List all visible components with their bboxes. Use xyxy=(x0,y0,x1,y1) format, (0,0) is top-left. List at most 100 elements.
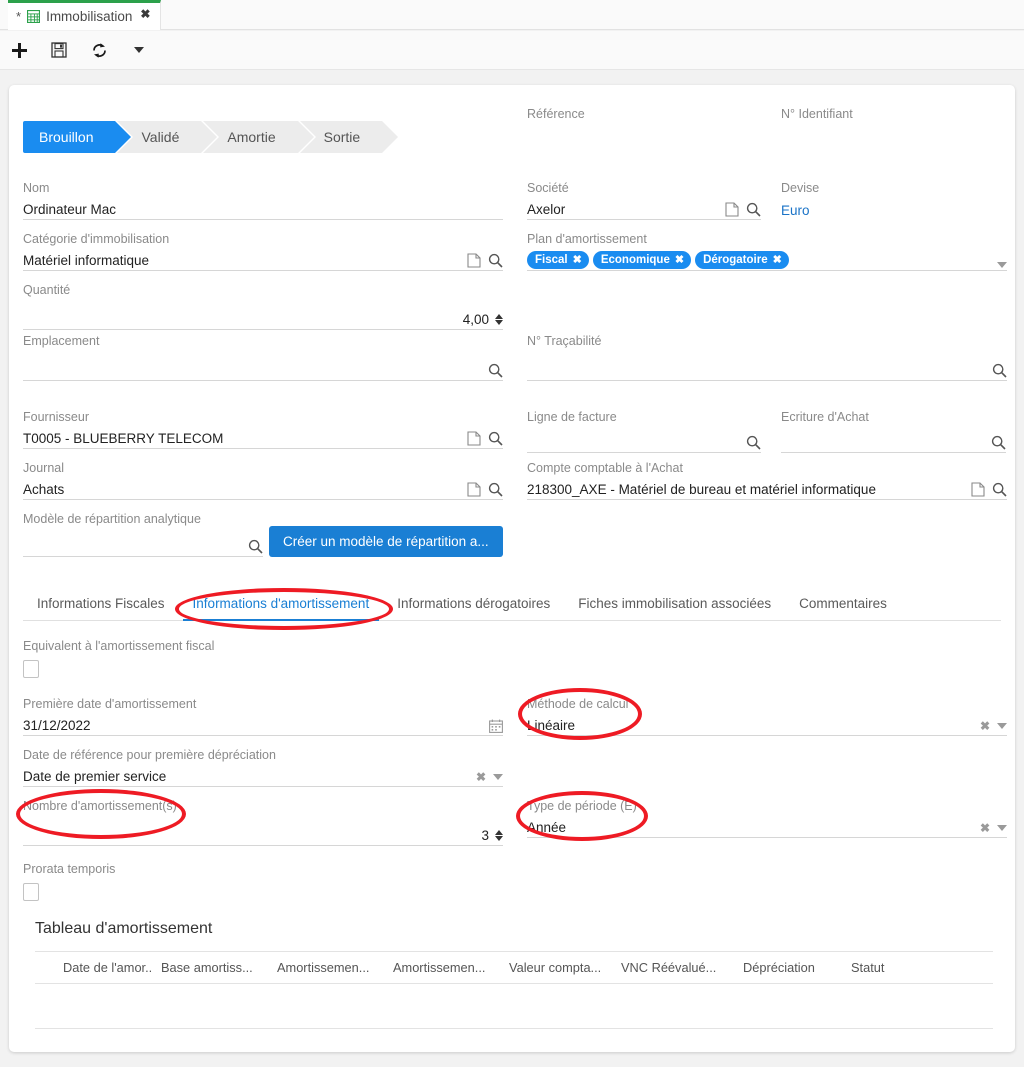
tracabilite-input[interactable] xyxy=(527,349,1007,381)
browser-tab-strip: * Immobilisation ✖ xyxy=(0,0,1024,30)
search-icon[interactable] xyxy=(488,363,503,378)
plan-amortissement-multiselect[interactable]: Fiscal ✖ Economique ✖ Dérogatoire ✖ xyxy=(527,247,1007,271)
amortissement-grid: Date de l'amor... Base amortiss... Amort… xyxy=(35,951,993,1052)
compte-comptable-input[interactable]: 218300_AXE - Matériel de bureau et matér… xyxy=(527,476,1007,500)
open-record-icon[interactable] xyxy=(971,482,985,497)
type-periode-select[interactable]: Année ✖ xyxy=(527,814,1007,838)
open-record-icon[interactable] xyxy=(467,253,481,268)
chevron-down-icon[interactable] xyxy=(493,774,503,780)
nom-input[interactable]: Ordinateur Mac xyxy=(23,196,503,220)
chip-economique[interactable]: Economique ✖ xyxy=(592,251,692,269)
new-record-button[interactable] xyxy=(6,37,32,63)
search-icon[interactable] xyxy=(488,253,503,268)
open-record-icon[interactable] xyxy=(467,431,481,446)
field-label: Première date d'amortissement xyxy=(23,697,197,711)
field-type-de-periode: Type de période (E) Année ✖ xyxy=(527,798,1007,838)
societe-input[interactable]: Axelor xyxy=(527,196,761,220)
methode-calcul-select[interactable]: Linéaire ✖ xyxy=(527,712,1007,736)
field-ecriture-achat: Ecriture d'Achat xyxy=(781,409,1006,453)
premiere-date-input[interactable]: 31/12/2022 xyxy=(23,712,503,736)
remove-chip-icon[interactable]: ✖ xyxy=(573,253,582,266)
field-value: Date de premier service xyxy=(23,769,167,784)
search-icon[interactable] xyxy=(991,435,1006,450)
grid-column-header[interactable]: Base amortiss... xyxy=(153,960,269,975)
close-icon[interactable]: ✖ xyxy=(140,7,150,21)
ligne-facture-input[interactable] xyxy=(527,425,761,453)
open-record-icon[interactable] xyxy=(725,202,739,217)
tab-fiches-immobilisation-associees[interactable]: Fiches immobilisation associées xyxy=(564,590,785,620)
devise-link[interactable]: Euro xyxy=(781,196,1006,220)
field-label: Prorata temporis xyxy=(23,862,116,876)
grid-column-header[interactable]: Dépréciation xyxy=(735,960,843,975)
search-icon[interactable] xyxy=(488,482,503,497)
refresh-icon xyxy=(92,42,106,58)
search-icon[interactable] xyxy=(746,435,761,450)
nombre-amortissements-input[interactable]: 3 xyxy=(23,814,503,846)
grid-column-header[interactable]: Statut xyxy=(843,960,923,975)
field-equivalent-amortissement-fiscal: Equivalent à l'amortissement fiscal xyxy=(23,638,423,678)
field-label: Journal xyxy=(23,461,64,475)
open-record-icon[interactable] xyxy=(467,482,481,497)
field-value: Achats xyxy=(23,482,65,497)
modele-repartition-input[interactable] xyxy=(23,527,263,557)
grid-column-header[interactable]: Date de l'amor... xyxy=(35,960,153,975)
grid-column-header[interactable]: Valeur compta... xyxy=(501,960,613,975)
emplacement-input[interactable] xyxy=(23,349,503,381)
search-icon[interactable] xyxy=(488,431,503,446)
quantite-input[interactable]: 4,00 xyxy=(23,298,503,330)
field-categorie-immobilisation: Catégorie d'immobilisation Matériel info… xyxy=(23,231,503,271)
fournisseur-input[interactable]: T0005 - BLUEBERRY TELECOM xyxy=(23,425,503,449)
quantity-stepper[interactable] xyxy=(495,314,503,329)
remove-chip-icon[interactable]: ✖ xyxy=(773,253,782,266)
grid-header-row: Date de l'amor... Base amortiss... Amort… xyxy=(35,951,993,984)
journal-input[interactable]: Achats xyxy=(23,476,503,500)
field-prorata-temporis: Prorata temporis xyxy=(23,861,323,901)
field-quantite: Quantité 4,00 xyxy=(23,282,503,330)
tab-label: Informations Fiscales xyxy=(37,596,165,611)
field-reference: Référence xyxy=(527,106,767,146)
tab-informations-amortissement[interactable]: Informations d'amortissement xyxy=(179,590,384,621)
record-form-card: Brouillon Validé Amortie Sortie Nom Ordi… xyxy=(9,85,1015,1052)
grid-column-header[interactable]: Amortissemen... xyxy=(269,960,385,975)
field-societe: Société Axelor xyxy=(527,180,761,220)
search-icon[interactable] xyxy=(992,482,1007,497)
refresh-button[interactable] xyxy=(86,37,112,63)
search-icon[interactable] xyxy=(248,539,263,554)
nombre-amortissements-stepper[interactable] xyxy=(495,830,503,845)
categorie-input[interactable]: Matériel informatique xyxy=(23,247,503,271)
chip-fiscal[interactable]: Fiscal ✖ xyxy=(527,251,589,269)
tab-informations-derogatoires[interactable]: Informations dérogatoires xyxy=(383,590,564,620)
save-button[interactable] xyxy=(46,37,72,63)
grid-column-header[interactable]: Amortissemen... xyxy=(385,960,501,975)
grid-column-header[interactable]: VNC Réévalué... xyxy=(613,960,735,975)
field-value: Euro xyxy=(781,203,810,218)
date-reference-select[interactable]: Date de premier service ✖ xyxy=(23,763,503,787)
field-label: Date de référence pour première déprécia… xyxy=(23,748,276,762)
search-icon[interactable] xyxy=(992,363,1007,378)
field-ligne-de-facture: Ligne de facture xyxy=(527,409,761,453)
status-step-amortie[interactable]: Amortie xyxy=(203,121,314,153)
create-analytic-distribution-template-button[interactable]: Créer un modèle de répartition a... xyxy=(269,526,503,557)
search-icon[interactable] xyxy=(746,202,761,217)
chip-derogatoire[interactable]: Dérogatoire ✖ xyxy=(695,251,789,269)
tab-informations-fiscales[interactable]: Informations Fiscales xyxy=(23,590,179,620)
field-label: Devise xyxy=(781,181,820,195)
chevron-down-icon[interactable] xyxy=(997,723,1007,729)
remove-chip-icon[interactable]: ✖ xyxy=(675,253,684,266)
field-value: T0005 - BLUEBERRY TELECOM xyxy=(23,431,224,446)
chevron-down-icon[interactable] xyxy=(997,262,1007,268)
tab-commentaires[interactable]: Commentaires xyxy=(785,590,901,620)
save-icon xyxy=(51,42,67,58)
main-toolbar xyxy=(0,31,1024,70)
calendar-icon[interactable] xyxy=(489,719,503,733)
chevron-down-icon[interactable] xyxy=(997,825,1007,831)
status-step-brouillon[interactable]: Brouillon xyxy=(23,121,133,153)
clear-icon[interactable]: ✖ xyxy=(980,719,990,733)
ecriture-achat-input[interactable] xyxy=(781,425,1006,453)
equivalent-amortissement-fiscal-checkbox[interactable] xyxy=(23,660,39,678)
more-actions-button[interactable] xyxy=(126,37,152,63)
clear-icon[interactable]: ✖ xyxy=(476,770,486,784)
document-tab-immobilisation[interactable]: * Immobilisation ✖ xyxy=(8,0,162,30)
prorata-temporis-checkbox[interactable] xyxy=(23,883,39,901)
clear-icon[interactable]: ✖ xyxy=(980,821,990,835)
